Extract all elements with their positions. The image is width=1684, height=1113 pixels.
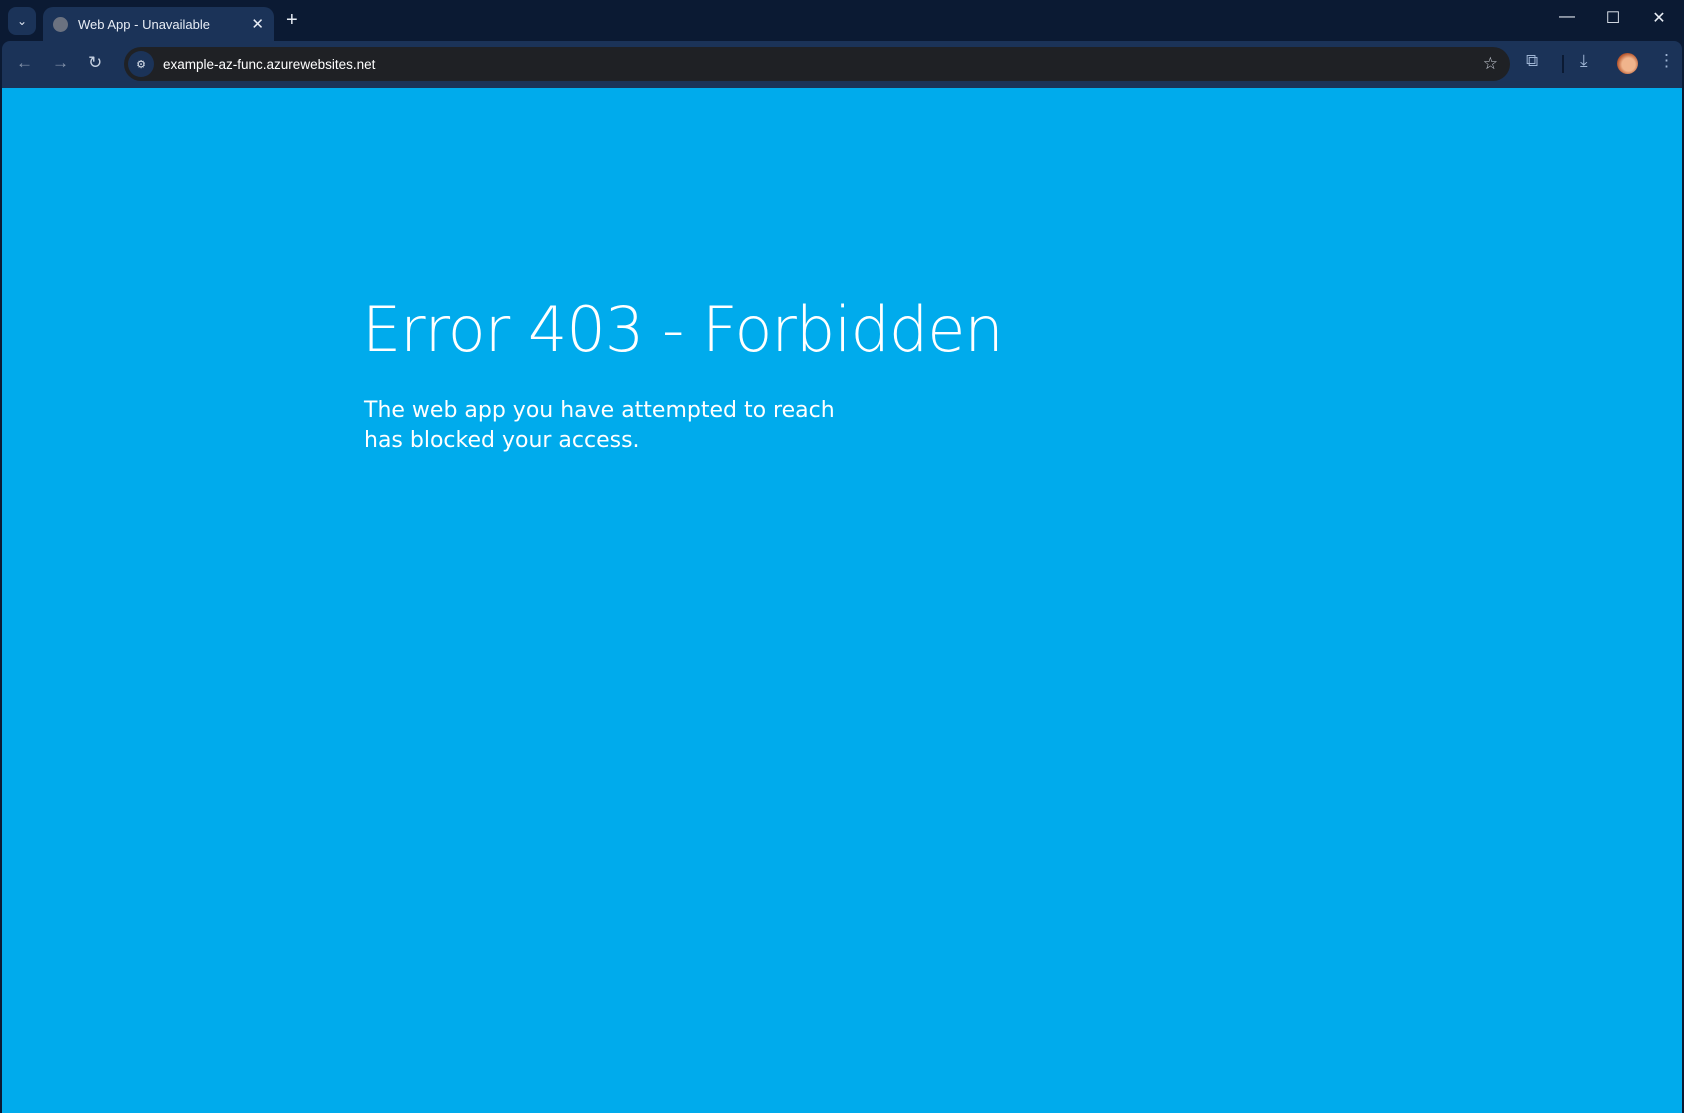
extensions-icon[interactable]: ⧉: [1526, 51, 1538, 71]
url-text[interactable]: example-az-func.azurewebsites.net: [163, 57, 1483, 72]
site-info-icon[interactable]: ⚙: [128, 51, 154, 77]
toolbar: ← → ↻ ⚙ example-az-func.azurewebsites.ne…: [2, 41, 1682, 88]
new-tab-button[interactable]: +: [286, 9, 298, 32]
close-window-button[interactable]: ✕: [1644, 8, 1674, 28]
profile-avatar[interactable]: [1617, 53, 1638, 74]
tab-active[interactable]: Web App - Unavailable ✕: [43, 7, 274, 41]
address-bar[interactable]: ⚙ example-az-func.azurewebsites.net ☆: [124, 47, 1510, 81]
page-content: Error 403 - Forbidden The web app you ha…: [2, 88, 1682, 1113]
globe-icon: [53, 16, 68, 32]
reload-button[interactable]: ↻: [88, 53, 102, 73]
maximize-button[interactable]: ☐: [1598, 8, 1628, 28]
error-message: The web app you have attempted to reach …: [364, 398, 835, 453]
close-tab-icon[interactable]: ✕: [251, 15, 264, 33]
forward-button[interactable]: →: [52, 53, 69, 73]
divider: [1562, 55, 1564, 73]
download-icon[interactable]: ⤓: [1580, 51, 1588, 71]
tab-search-button[interactable]: ⌄: [8, 7, 36, 35]
menu-icon[interactable]: ⋮: [1658, 51, 1675, 71]
back-button[interactable]: ←: [16, 53, 33, 73]
tab-strip: ⌄ Web App - Unavailable ✕ + — ☐ ✕: [0, 0, 1684, 41]
minimize-button[interactable]: —: [1552, 8, 1582, 26]
bookmark-star-icon[interactable]: ☆: [1483, 54, 1498, 74]
error-heading: Error 403 - Forbidden: [362, 293, 1004, 366]
tab-title: Web App - Unavailable: [78, 16, 211, 32]
